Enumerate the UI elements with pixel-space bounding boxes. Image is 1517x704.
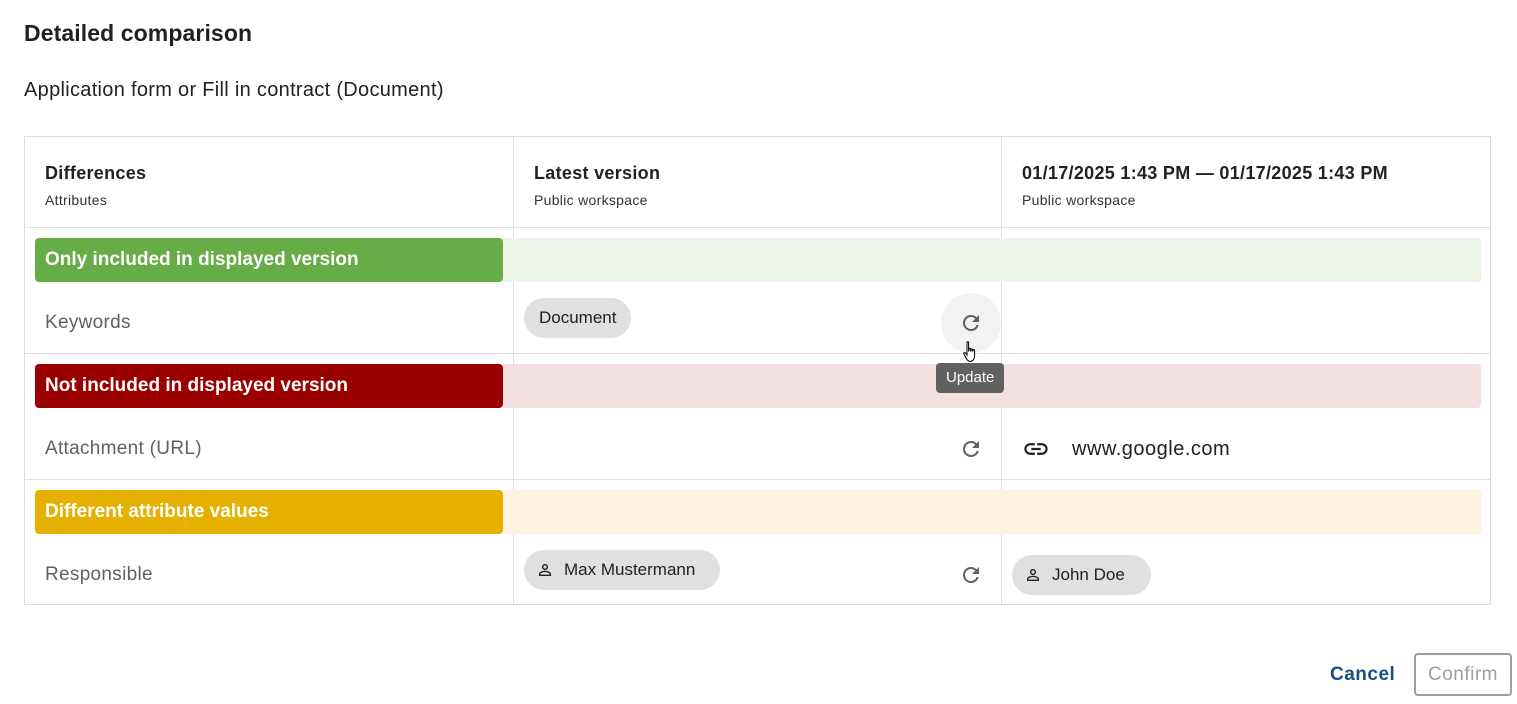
section-band-only-included: Only included in displayed version (35, 238, 1481, 282)
row-divider (25, 353, 1490, 354)
attribute-label-responsible: Responsible (45, 564, 153, 585)
section-label: Different attribute values (35, 490, 503, 534)
keyword-chip: Document (524, 298, 632, 338)
column-header-compared: 01/17/2025 1:43 PM — 01/17/2025 1:43 PM … (1022, 163, 1388, 208)
dialog-title: Detailed comparison (24, 20, 253, 46)
chip-label: Document (539, 308, 617, 327)
section-tint (503, 490, 1481, 534)
section-label: Only included in displayed version (35, 238, 503, 282)
person-icon (1027, 569, 1039, 581)
refresh-icon (962, 567, 979, 583)
person-icon (539, 564, 551, 576)
attachment-url[interactable]: www.google.com (1072, 438, 1230, 461)
column-title: 01/17/2025 1:43 PM — 01/17/2025 1:43 PM (1022, 163, 1388, 183)
column-title: Latest version (534, 163, 661, 183)
link-icon (1024, 443, 1048, 455)
cancel-button[interactable]: Cancel (1320, 655, 1405, 695)
row-divider (25, 479, 1490, 480)
hand-cursor-icon (963, 341, 976, 362)
update-tooltip: Update (936, 363, 1005, 393)
person-chip-latest: Max Mustermann (524, 550, 721, 590)
refresh-icon (962, 440, 979, 457)
attachment-link[interactable]: www.google.com (1022, 435, 1230, 463)
attribute-label-keywords: Keywords (45, 312, 131, 333)
update-button-attachment[interactable] (956, 434, 986, 464)
column-subtitle: Attributes (45, 192, 108, 208)
person-chip-compared: John Doe (1012, 555, 1151, 595)
section-label: Not included in displayed version (35, 364, 503, 408)
column-title: Differences (45, 163, 147, 183)
column-header-latest: Latest version Public workspace (534, 163, 660, 208)
column-subtitle: Public workspace (534, 192, 648, 208)
dialog-subtitle: Application form or Fill in contract (Do… (24, 79, 444, 101)
chip-label: John Doe (1052, 565, 1125, 584)
comparison-table: Differences Attributes Latest version Pu… (24, 136, 1491, 605)
column-subtitle: Public workspace (1022, 192, 1136, 208)
attribute-label-attachment: Attachment (URL) (45, 438, 202, 459)
refresh-icon (962, 314, 979, 331)
section-band-not-included: Not included in displayed version (35, 364, 1481, 408)
chip-label: Max Mustermann (564, 560, 696, 579)
confirm-button[interactable]: Confirm (1414, 653, 1512, 696)
row-divider (25, 227, 1490, 228)
column-header-differences: Differences Attributes (45, 163, 146, 208)
update-button-responsible[interactable] (956, 560, 986, 590)
section-band-different-values: Different attribute values (35, 490, 1481, 534)
section-tint (503, 238, 1481, 282)
